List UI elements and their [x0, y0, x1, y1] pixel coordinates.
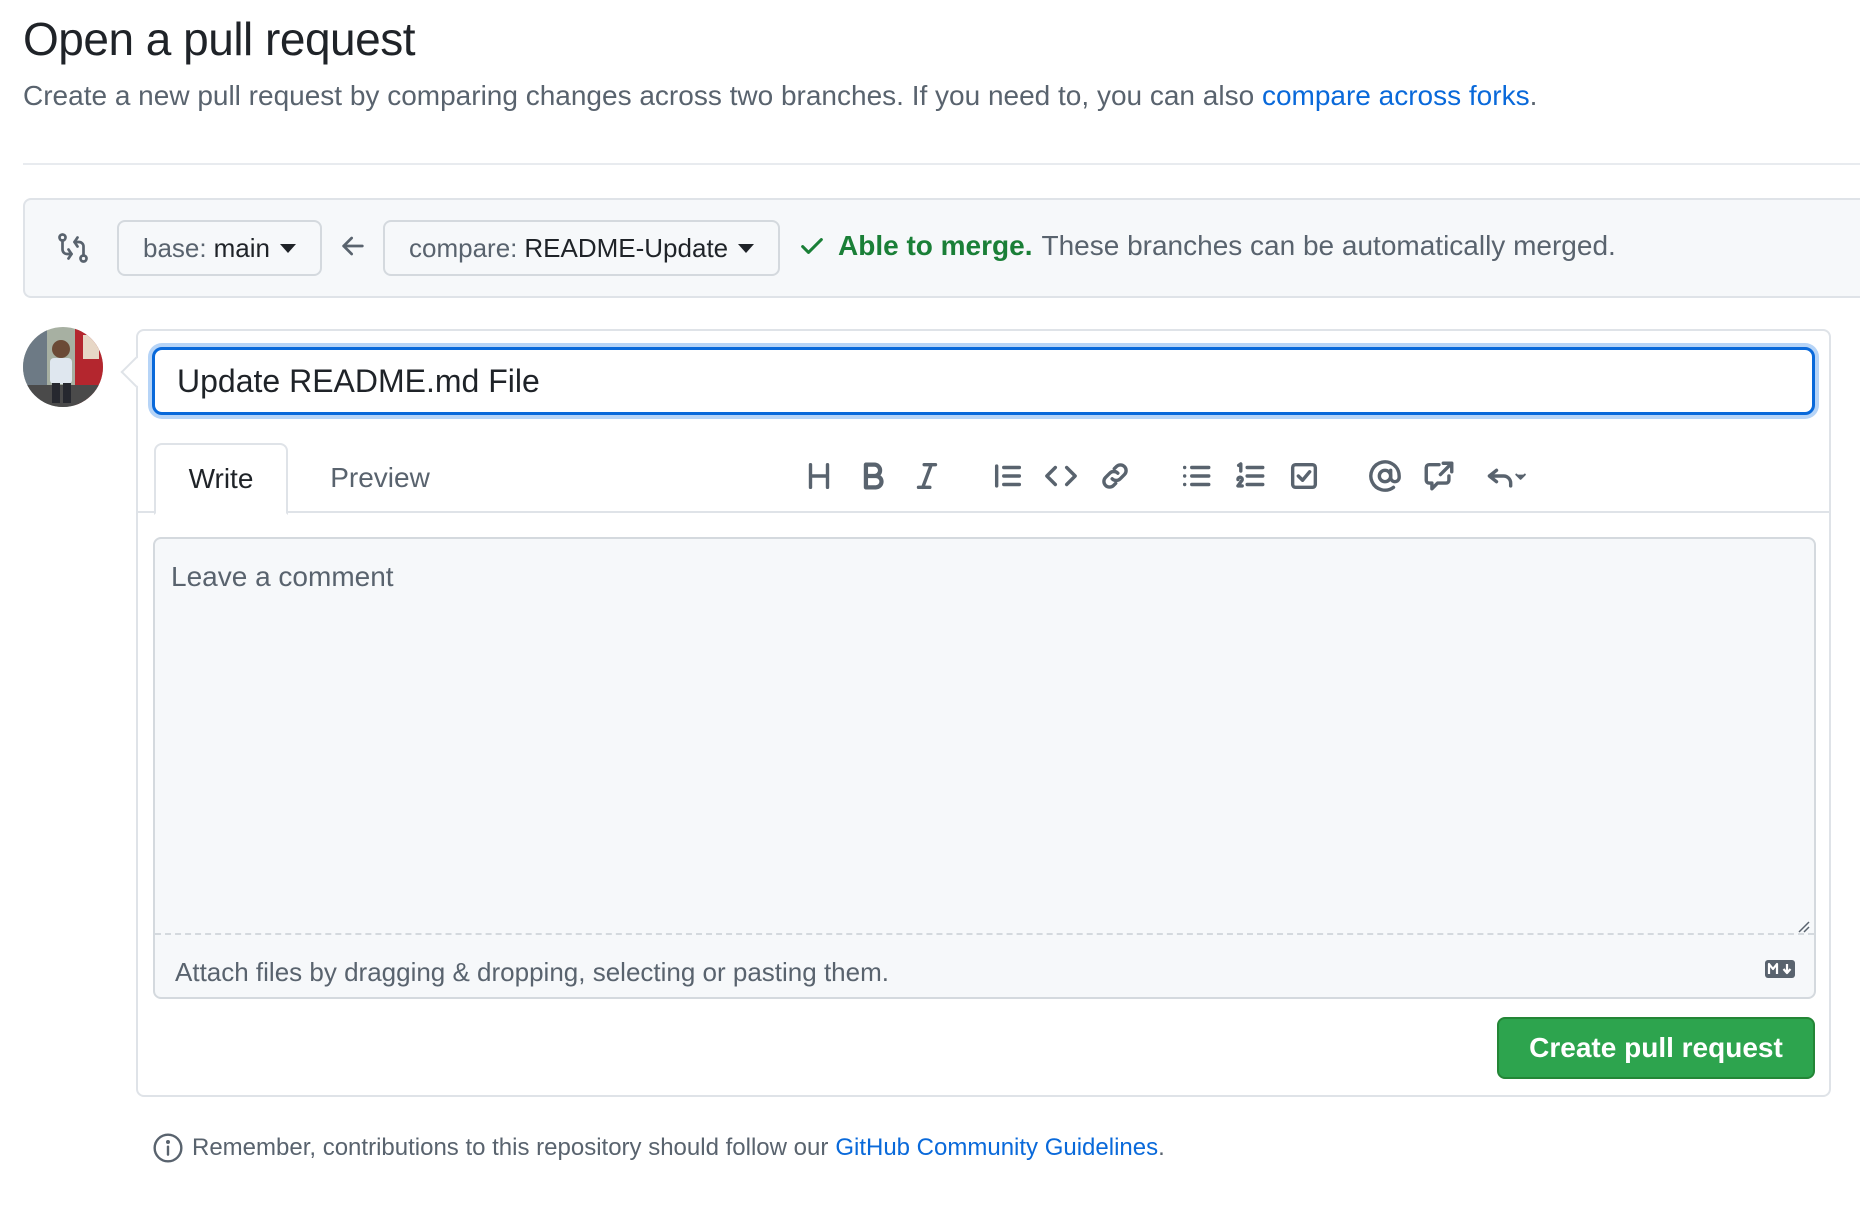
- avatar-image: [23, 327, 103, 407]
- git-compare-icon: [58, 233, 88, 263]
- base-branch-name: main: [213, 232, 270, 263]
- page-title: Open a pull request: [23, 13, 416, 65]
- pr-title-input[interactable]: [152, 347, 1815, 415]
- header-divider: [23, 163, 1860, 165]
- reply-icon: [1487, 468, 1526, 488]
- tab-preview[interactable]: Preview: [310, 443, 450, 513]
- compare-label: compare:: [409, 232, 518, 263]
- ordered-list-icon: [1236, 462, 1265, 488]
- info-icon: [153, 1133, 183, 1163]
- base-label: base:: [143, 232, 207, 263]
- compare-across-forks-link[interactable]: compare across forks: [1262, 80, 1530, 111]
- cross-reference-button[interactable]: [1416, 453, 1462, 499]
- ordered-list-button[interactable]: [1227, 453, 1273, 499]
- unordered-list-button[interactable]: [1173, 453, 1219, 499]
- task-list-button[interactable]: [1281, 453, 1327, 499]
- code-button[interactable]: [1038, 453, 1084, 499]
- community-guidelines-link[interactable]: GitHub Community Guidelines: [835, 1134, 1158, 1162]
- comment-editor: Attach files by dragging & dropping, sel…: [153, 537, 1816, 999]
- editor-tabs: Write Preview: [138, 443, 1829, 515]
- create-pull-request-button[interactable]: Create pull request: [1497, 1017, 1815, 1079]
- italic-button[interactable]: [904, 453, 950, 499]
- arrow-left-icon: [342, 236, 364, 256]
- link-button[interactable]: [1092, 453, 1138, 499]
- bold-button[interactable]: [850, 453, 896, 499]
- compare-branch-name: README-Update: [524, 232, 729, 263]
- mention-button[interactable]: [1362, 453, 1408, 499]
- avatar[interactable]: [23, 327, 103, 407]
- italic-icon: [916, 462, 938, 490]
- task-list-icon: [1290, 462, 1318, 490]
- heading-button[interactable]: [796, 453, 842, 499]
- guidelines-text: Remember, contributions to this reposito…: [192, 1134, 829, 1161]
- tab-write[interactable]: Write: [154, 443, 288, 515]
- markdown-icon[interactable]: [1764, 959, 1796, 979]
- pull-request-form: Write Preview: [120, 329, 1831, 1097]
- chevron-down-icon: [279, 243, 296, 253]
- branch-range-bar: base: main compare: README-Update Able to …: [23, 198, 1860, 298]
- base-branch-selector[interactable]: base: main: [117, 220, 322, 276]
- community-guidelines-note: Remember, contributions to this reposito…: [152, 1132, 1165, 1164]
- attach-files-hint[interactable]: Attach files by dragging & dropping, sel…: [175, 957, 889, 988]
- unordered-list-icon: [1182, 465, 1211, 487]
- quote-button[interactable]: [985, 453, 1031, 499]
- quote-icon: [994, 464, 1022, 488]
- bold-icon: [863, 462, 884, 490]
- merge-status: Able to merge. These branches can be aut…: [798, 230, 1616, 262]
- check-icon: [801, 238, 823, 254]
- subtitle-period: .: [1529, 80, 1538, 111]
- merge-status-detail: These branches can be automatically merg…: [1041, 230, 1616, 261]
- cross-reference-icon: [1424, 461, 1454, 491]
- heading-icon: [808, 462, 830, 490]
- resize-handle-icon[interactable]: [1796, 919, 1810, 933]
- guidelines-period: .: [1158, 1134, 1165, 1161]
- compare-branch-selector[interactable]: compare: README-Update: [383, 220, 781, 276]
- link-icon: [1102, 463, 1128, 489]
- code-icon: [1045, 465, 1077, 487]
- mention-icon: [1369, 460, 1401, 492]
- saved-replies-button[interactable]: [1475, 453, 1535, 499]
- merge-status-label: Able to merge.: [838, 230, 1033, 261]
- chevron-down-icon: [738, 243, 755, 253]
- subtitle-text: Create a new pull request by comparing c…: [23, 80, 1255, 111]
- page-subtitle: Create a new pull request by comparing c…: [23, 80, 1537, 112]
- comment-textarea[interactable]: [155, 539, 1814, 935]
- comment-pointer: [120, 356, 152, 388]
